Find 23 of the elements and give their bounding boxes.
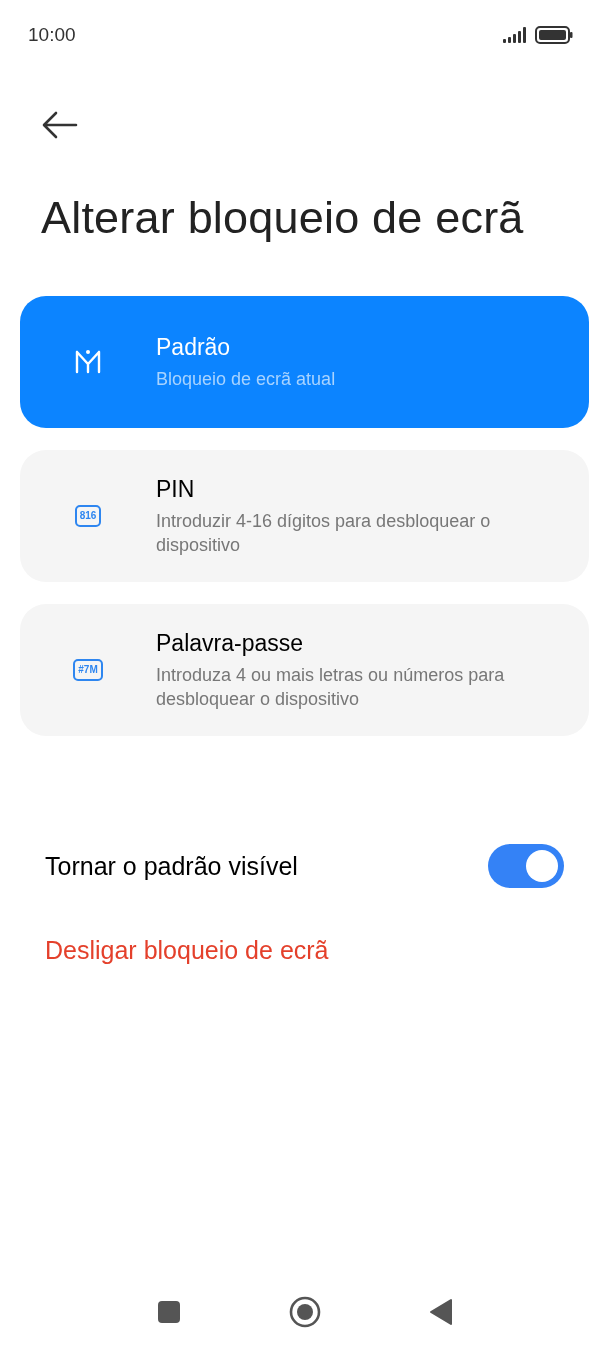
option-description: Bloqueio de ecrã atual bbox=[156, 367, 336, 391]
disable-lock-link[interactable]: Desligar bloqueio de ecrã bbox=[45, 936, 329, 965]
back-button[interactable] bbox=[40, 110, 80, 140]
signal-icon bbox=[503, 27, 529, 43]
option-title: Palavra-passe bbox=[156, 629, 305, 657]
option-description: Introduza 4 ou mais letras ou números para desbloquear o dispositivo bbox=[156, 663, 506, 711]
lock-option[interactable]: #7M Palavra-passe Introduza 4 ou mais letras ou números para desbloquear o dispositivo bbox=[20, 604, 589, 736]
lock-option[interactable]: Padrão Bloqueio de ecrã atual bbox=[20, 296, 589, 428]
option-title: Padrão bbox=[156, 333, 232, 361]
status-time: 10:00 bbox=[28, 24, 76, 46]
option-title: PIN bbox=[156, 475, 196, 503]
recents-button[interactable] bbox=[156, 1300, 181, 1324]
pin-icon: 816 bbox=[74, 505, 102, 527]
option-description: Introduzir 4-16 dígitos para desbloquear o dispositivo bbox=[156, 509, 492, 557]
pattern-icon bbox=[73, 348, 103, 376]
battery-icon bbox=[535, 26, 573, 44]
back-nav-button[interactable] bbox=[428, 1298, 453, 1326]
home-button[interactable] bbox=[288, 1296, 321, 1328]
password-icon: #7M bbox=[73, 659, 103, 681]
lock-option[interactable]: 816 PIN Introduzir 4-16 dígitos para desbloquear o dispositivo bbox=[20, 450, 589, 582]
toggle-switch[interactable] bbox=[488, 844, 564, 888]
toggle-label: Tornar o padrão visível bbox=[45, 851, 298, 881]
page-title: Alterar bloqueio de ecrã bbox=[41, 192, 525, 244]
